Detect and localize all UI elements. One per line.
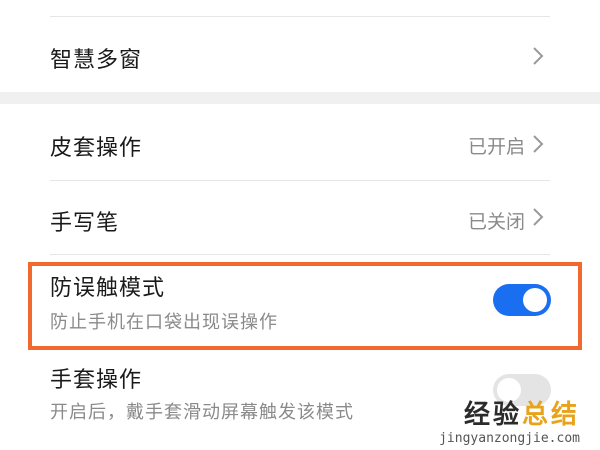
row-label: 手套操作	[50, 368, 143, 393]
row-label: 智慧多窗	[50, 48, 143, 73]
status-text: 已关闭	[467, 211, 525, 233]
status-text: 已开启	[467, 136, 525, 158]
row-label: 皮套操作	[50, 136, 143, 161]
row-description: 开启后，戴手套滑动屏幕触发该模式	[50, 402, 354, 423]
watermark: 经验总结 jingyanzongjie.com	[439, 394, 580, 446]
watermark-url: jingyanzongjie.com	[439, 431, 580, 446]
settings-group-top: 智慧多窗	[0, 0, 600, 92]
row-stylus[interactable]: 手写笔 已关闭	[0, 181, 600, 253]
divider	[50, 254, 550, 255]
row-smart-multi-window[interactable]: 智慧多窗	[0, 16, 600, 92]
chevron-right-icon	[533, 135, 544, 153]
chevron-right-icon	[533, 47, 544, 65]
highlight-frame	[28, 262, 582, 350]
watermark-text-2: 总结	[521, 400, 580, 430]
chevron-right-icon	[533, 208, 544, 226]
row-label: 手写笔	[50, 211, 120, 236]
row-cover-operation[interactable]: 皮套操作 已开启	[0, 104, 600, 180]
watermark-logo: 经验总结	[439, 394, 580, 431]
watermark-text-1: 经验	[463, 400, 522, 430]
